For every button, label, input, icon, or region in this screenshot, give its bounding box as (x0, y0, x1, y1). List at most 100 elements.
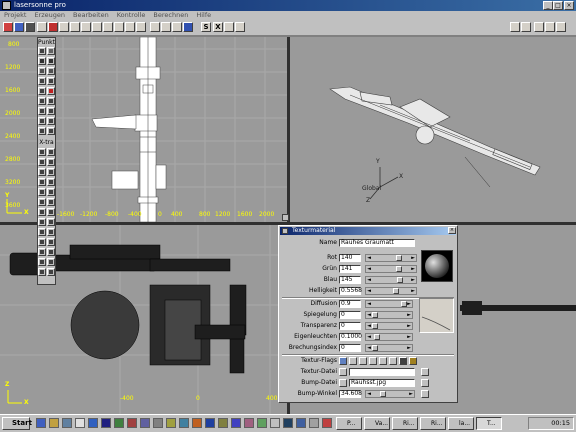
gruen-slider[interactable]: ◄ ► (365, 265, 417, 273)
viewport-perspective[interactable]: Global X Y Z (290, 37, 576, 222)
select-icon[interactable] (59, 22, 69, 32)
xtra-21-icon[interactable] (38, 248, 46, 256)
slider-thumb[interactable] (397, 277, 403, 283)
helligkeit-slider[interactable]: ◄ ► (365, 287, 417, 295)
arrow-right-icon[interactable]: ► (410, 277, 416, 283)
view-grid-icon[interactable] (534, 22, 544, 32)
arrow-right-icon[interactable]: ► (406, 323, 412, 329)
transparenz-slider[interactable]: ◄ ► (365, 322, 413, 330)
point-cut-icon[interactable] (38, 87, 46, 95)
paste-icon[interactable] (136, 22, 146, 32)
quicklaunch-20-icon[interactable] (283, 418, 293, 428)
xtra-7-icon[interactable] (38, 178, 46, 186)
delete-icon[interactable] (150, 22, 160, 32)
point-select-icon[interactable] (38, 57, 46, 65)
spiegelung-slider[interactable]: ◄ ► (365, 311, 413, 319)
arrow-right-icon[interactable]: ► (410, 266, 416, 272)
slider-thumb[interactable] (372, 323, 378, 329)
quicklaunch-16-icon[interactable] (231, 418, 241, 428)
arrow-right-icon[interactable]: ► (410, 255, 416, 261)
xtra-4-icon[interactable] (47, 158, 55, 166)
diffusion-slider[interactable]: ◄ ► (365, 300, 413, 308)
flag-3-icon[interactable] (359, 357, 367, 365)
quicklaunch-5-icon[interactable] (88, 418, 98, 428)
quicklaunch-13-icon[interactable] (192, 418, 202, 428)
dialog-close-button[interactable]: × (448, 227, 456, 234)
flag-4-icon[interactable] (369, 357, 377, 365)
gruen-field[interactable]: 141 (339, 265, 361, 273)
link-icon[interactable] (161, 22, 171, 32)
flag-6-icon[interactable] (389, 357, 397, 365)
start-button[interactable]: Start (2, 417, 32, 430)
arrow-right-icon[interactable]: ► (410, 288, 416, 294)
name-field[interactable]: Rauhes Graumatt (339, 239, 415, 247)
task-button[interactable]: Va... (364, 417, 390, 430)
point-smooth-icon[interactable] (38, 117, 46, 125)
menu-kontrolle[interactable]: Kontrolle (113, 11, 150, 20)
new-icon[interactable] (3, 22, 13, 32)
point-tri-icon[interactable] (38, 127, 46, 135)
rot-field[interactable]: 140 (339, 254, 361, 262)
textur-datei-field[interactable] (349, 368, 415, 376)
menu-erzeugen[interactable]: Erzeugen (30, 11, 69, 20)
flag-7-icon[interactable] (399, 357, 407, 365)
xtra-14-icon[interactable] (47, 208, 55, 216)
view-light-icon[interactable] (521, 22, 531, 32)
arrow-left-icon[interactable]: ◄ (366, 255, 372, 261)
xtra-15-icon[interactable] (38, 218, 46, 226)
slider-thumb[interactable] (393, 288, 399, 294)
bump-reset-icon[interactable] (421, 390, 429, 398)
xtra-16-icon[interactable] (47, 218, 55, 226)
point-tool-icon[interactable] (38, 47, 46, 55)
point-add-icon[interactable] (47, 47, 55, 55)
menu-bearbeiten[interactable]: Bearbeiten (69, 11, 113, 20)
grid-icon[interactable] (235, 22, 245, 32)
viewport-corner-handle[interactable] (282, 214, 289, 221)
point-mirror-icon[interactable] (47, 77, 55, 85)
spiegelung-field[interactable]: 0 (339, 311, 361, 319)
xtra-3-icon[interactable] (38, 158, 46, 166)
xtra-1-icon[interactable] (38, 148, 46, 156)
arrow-right-icon[interactable]: ► (408, 391, 414, 397)
maximize-button[interactable]: □ (553, 1, 563, 10)
xtra-23-icon[interactable] (38, 258, 46, 266)
point-red-x-icon[interactable] (47, 87, 55, 95)
move-icon[interactable] (70, 22, 80, 32)
quicklaunch-11-icon[interactable] (166, 418, 176, 428)
xtra-24-icon[interactable] (47, 258, 55, 266)
xtra-2-icon[interactable] (47, 148, 55, 156)
undo-icon[interactable] (37, 22, 47, 32)
save-icon[interactable] (25, 22, 35, 32)
xtra-11-icon[interactable] (38, 198, 46, 206)
point-split-icon[interactable] (47, 97, 55, 105)
render-icon[interactable] (224, 22, 234, 32)
quicklaunch-2-icon[interactable] (49, 418, 59, 428)
diffusion-field[interactable]: 0.9 (339, 300, 361, 308)
rot-slider[interactable]: ◄ ► (365, 254, 417, 262)
arrow-right-icon[interactable]: ► (406, 301, 412, 307)
point-scale-icon[interactable] (38, 77, 46, 85)
arrow-left-icon[interactable]: ◄ (366, 288, 372, 294)
arrow-right-icon[interactable]: ► (406, 334, 412, 340)
quicklaunch-15-icon[interactable] (218, 418, 228, 428)
cut-icon[interactable] (125, 22, 135, 32)
scale-icon[interactable] (92, 22, 102, 32)
point-move-icon[interactable] (38, 67, 46, 75)
eigenleuchten-field[interactable]: 0.1000 (339, 333, 362, 341)
flag-1-icon[interactable] (339, 357, 347, 365)
dialog-menu-icon[interactable] (282, 228, 288, 234)
xtra-26-icon[interactable] (47, 268, 55, 276)
slider-thumb[interactable] (372, 345, 378, 351)
xtra-9-icon[interactable] (38, 188, 46, 196)
task-button[interactable]: Ri... (392, 417, 418, 430)
xtra-20-icon[interactable] (47, 238, 55, 246)
textur-file-icon[interactable] (339, 368, 347, 376)
arrow-left-icon[interactable]: ◄ (366, 266, 372, 272)
point-extrude-icon[interactable] (38, 107, 46, 115)
quicklaunch-8-icon[interactable] (127, 418, 137, 428)
xtra-13-icon[interactable] (38, 208, 46, 216)
light-icon[interactable] (183, 22, 193, 32)
slider-thumb[interactable] (396, 266, 402, 272)
arrow-left-icon[interactable]: ◄ (366, 391, 372, 397)
xtra-8-icon[interactable] (47, 178, 55, 186)
